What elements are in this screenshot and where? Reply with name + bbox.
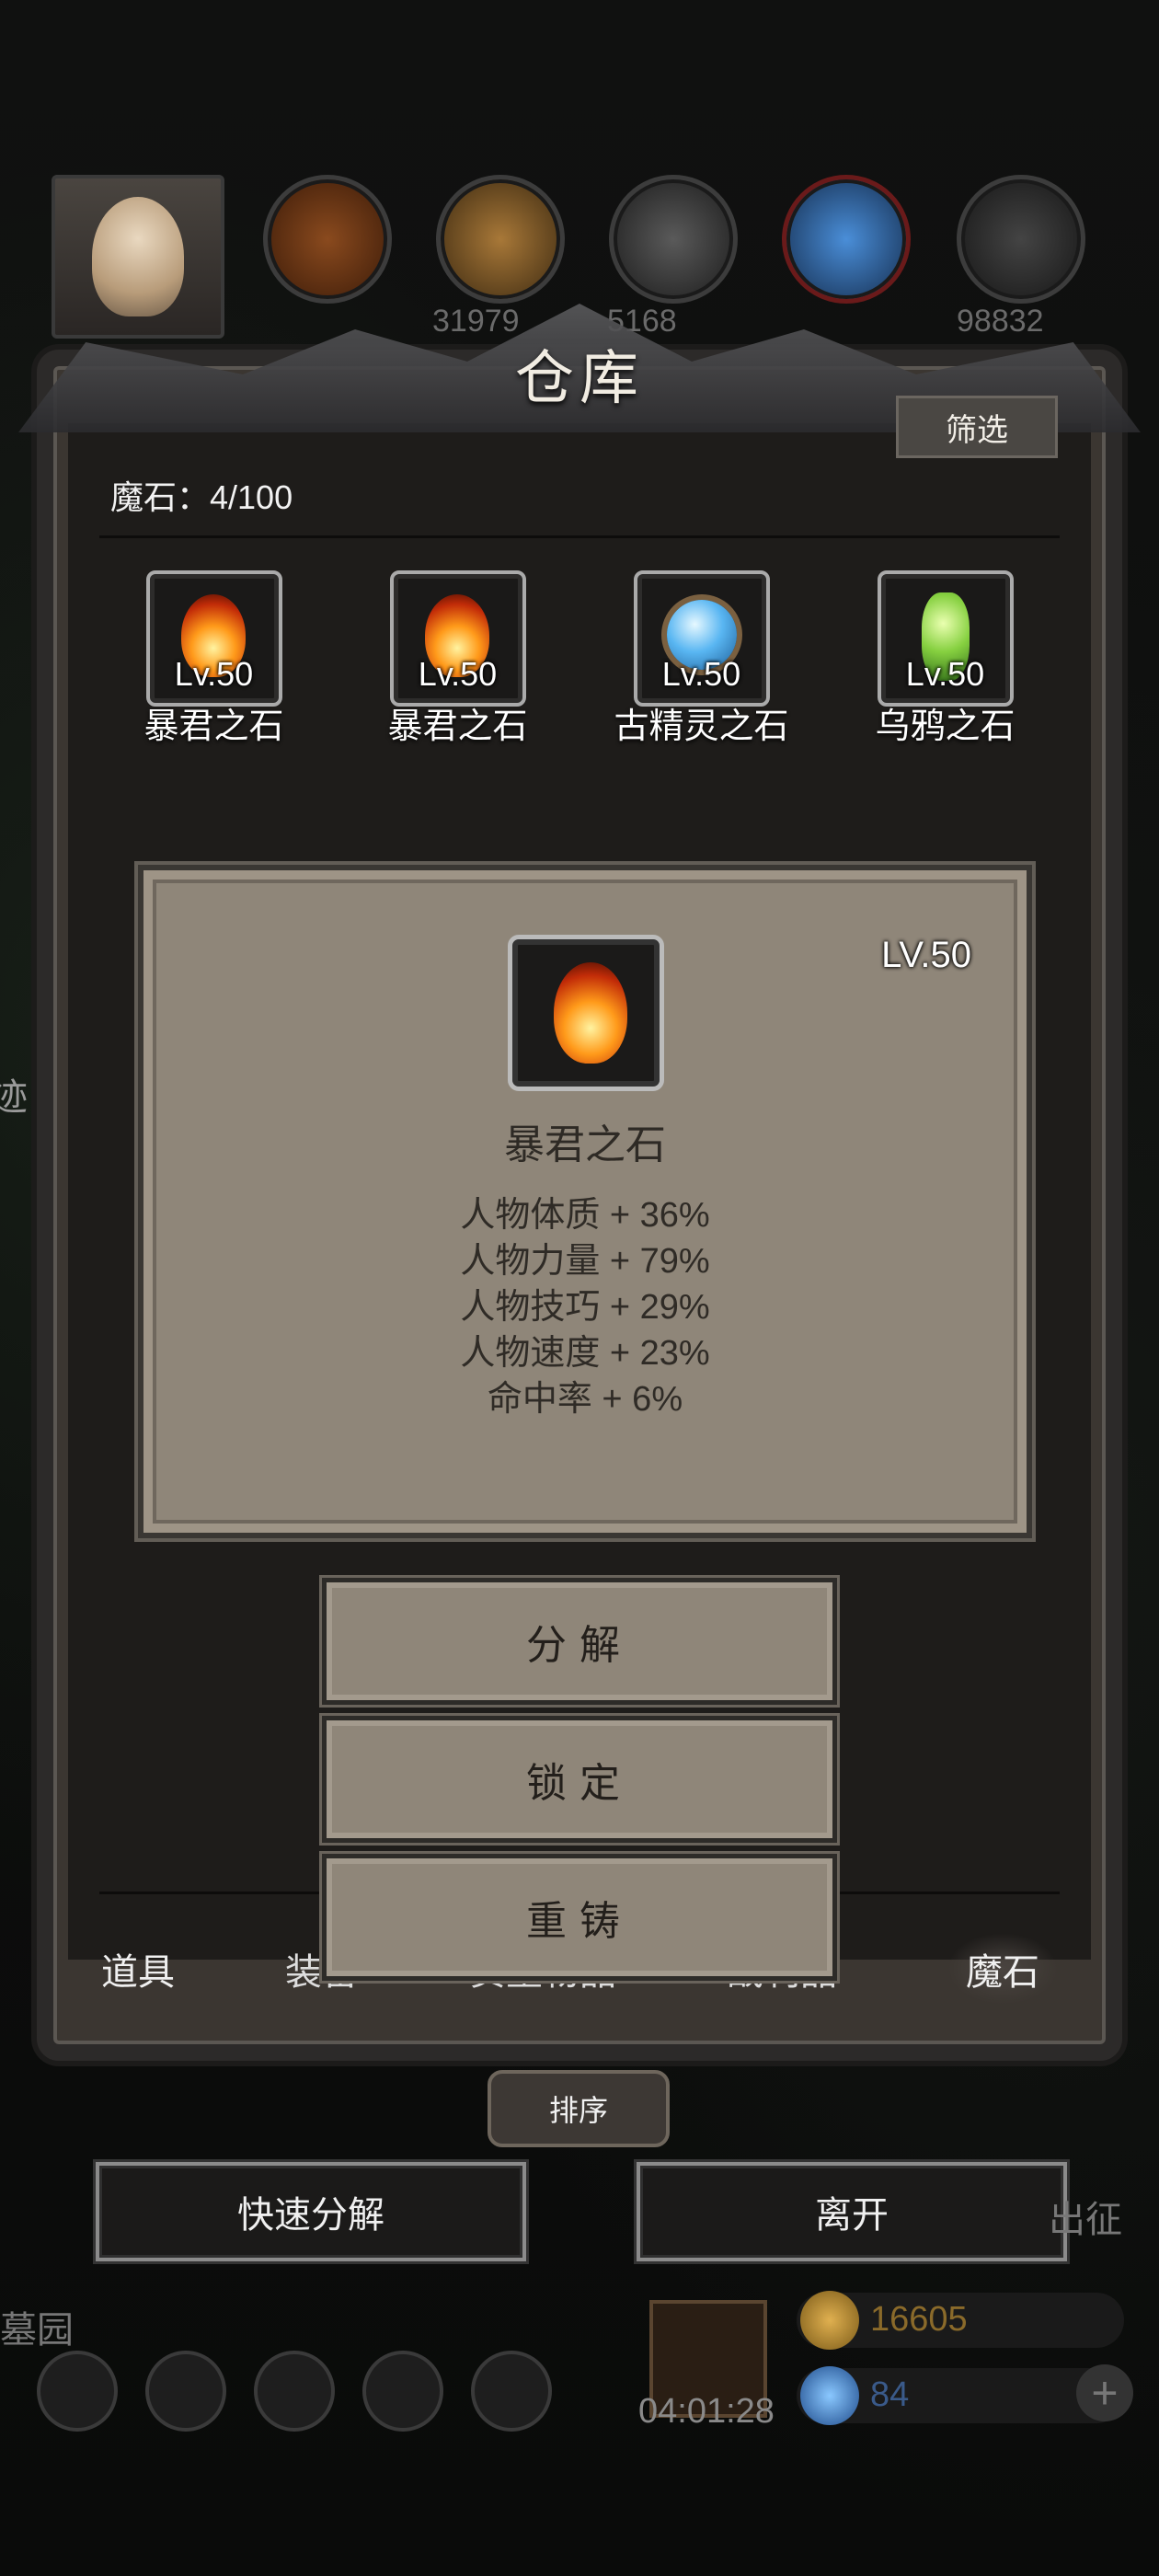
stat-line: 人物体质 + 36%	[460, 1196, 710, 1235]
detail-icon-frame	[508, 935, 664, 1091]
tab-items[interactable]: 道具	[101, 1942, 175, 1995]
stone-item[interactable]: Lv.50 暴君之石	[348, 570, 568, 748]
gold-coin-icon	[800, 2291, 859, 2350]
detail-name: 暴君之石	[504, 1122, 666, 1167]
decompose-button[interactable]: 分解	[322, 1578, 837, 1705]
plank-resource-icon	[436, 175, 565, 304]
mail-icon[interactable]	[362, 2351, 443, 2432]
stone-item[interactable]: Lv.50 乌鸦之石	[835, 570, 1056, 748]
add-currency-button[interactable]: +	[1076, 2364, 1133, 2421]
stat-line: 命中率 + 6%	[487, 1380, 683, 1419]
gift-timer: 04:01:28	[638, 2392, 775, 2431]
top-divider	[99, 535, 1060, 538]
steel-resource-icon	[957, 175, 1085, 304]
gem-amount: 84	[870, 2375, 910, 2414]
tab-magic-stone[interactable]: 魔石	[947, 1933, 1058, 2005]
player-avatar[interactable]	[52, 175, 224, 339]
quick-decompose-button[interactable]: 快速分解	[96, 2162, 526, 2261]
stone-level: Lv.50	[174, 655, 254, 693]
capacity-label: 魔石：4/100	[110, 478, 293, 516]
stone-level: Lv.50	[661, 655, 741, 693]
rune-icon[interactable]	[471, 2351, 552, 2432]
portrait-face	[92, 197, 184, 316]
flame-stone-icon	[554, 962, 627, 1064]
stone-item[interactable]: Lv.50 暴君之石	[104, 570, 325, 748]
graveyard-label: 墓园	[0, 2310, 74, 2351]
leave-button[interactable]: 离开	[637, 2162, 1067, 2261]
filter-button[interactable]: 筛选	[896, 396, 1058, 458]
gear-icon[interactable]	[37, 2351, 118, 2432]
stone-level: Lv.50	[418, 655, 498, 693]
crystal-resource-icon	[782, 175, 911, 304]
stone-list: Lv.50 暴君之石 Lv.50 暴君之石 Lv.50 古精灵之石 Lv.50 …	[92, 570, 1067, 748]
stat-line: 人物速度 + 23%	[460, 1334, 710, 1373]
stone-level: Lv.50	[905, 655, 985, 693]
stat-line: 人物力量 + 79%	[460, 1242, 710, 1281]
warehouse-panel: 仓库 筛选 魔石：4/100 Lv.50 暴君之石 Lv.50 暴君之石 Lv.…	[18, 304, 1141, 2147]
reforge-button[interactable]: 重铸	[322, 1854, 837, 1981]
side-label-left: 迹	[0, 1077, 28, 1118]
expedition-label: 出征	[1049, 2200, 1122, 2240]
tower-icon[interactable]	[254, 2351, 335, 2432]
gem-icon	[800, 2366, 859, 2425]
gold-amount: 16605	[870, 2300, 968, 2339]
wood-resource-icon	[263, 175, 392, 304]
star-icon[interactable]	[145, 2351, 226, 2432]
stat-line: 人物技巧 + 29%	[460, 1288, 710, 1327]
detail-stats: 人物体质 + 36% 人物力量 + 79% 人物技巧 + 29% 人物速度 + …	[143, 1192, 1027, 1422]
sort-button[interactable]: 排序	[488, 2070, 670, 2147]
stone-item[interactable]: Lv.50 古精灵之石	[591, 570, 812, 748]
detail-level: LV.50	[881, 935, 971, 975]
iron-resource-icon	[609, 175, 738, 304]
stone-detail-card: LV.50 暴君之石 人物体质 + 36% 人物力量 + 79% 人物技巧 + …	[138, 865, 1032, 1538]
lock-button[interactable]: 锁定	[322, 1716, 837, 1843]
